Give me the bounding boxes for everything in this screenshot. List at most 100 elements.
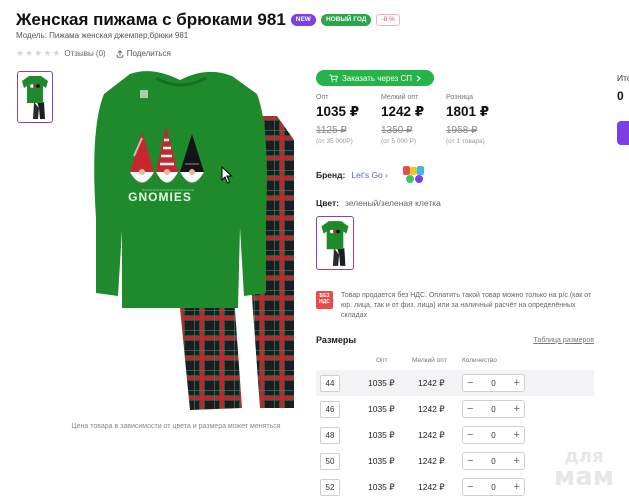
size-row: 46 1035 ₽ 1242 ₽ − 0 + [316,396,594,422]
sizes-title: Размеры [316,335,357,345]
column-opt: Опт [376,357,388,364]
price-small-wholesale: Мелкий опт 1242 ₽ 1350 ₽ (от 5 000 Р) [381,94,446,145]
size-price-opt: 1035 ₽ [368,377,395,388]
star-icon: ★ [34,48,43,58]
minus-button[interactable]: − [467,403,473,415]
column-small-opt: Мелкий опт [412,357,447,364]
quantity-value[interactable]: 0 [491,431,495,440]
title-row: Женская пижама с брюками 981 NEW НОВЫЙ Г… [16,10,400,30]
order-sp-button[interactable]: Заказать через СП [316,70,434,86]
price-label: Опт [316,94,329,101]
order-sp-label: Заказать через СП [341,73,413,83]
vat-notice: БЕЗ НДС Товар продается без НДС. Оплатит… [316,291,593,321]
price-label: Мелкий опт [381,94,419,101]
rating-row: ★ ★ ★ ★ ★ Отзывы (0) Поделиться [16,48,171,59]
star-icon: ★ [43,48,52,58]
quantity-stepper: − 0 + [462,452,525,470]
cart-icon [329,74,338,82]
price-current: 1035 ₽ [316,104,360,119]
price-note: (от 35 000Р) [316,138,353,145]
color-swatch[interactable] [316,216,354,270]
badge-discount: -8 % [376,13,400,27]
watermark-line2: мам [553,462,615,493]
plus-button[interactable]: + [514,455,520,467]
brand-row: Бренд: Let's Go › [316,165,428,185]
price-old: 1958 ₽ [446,125,478,136]
badge-new: NEW [290,13,316,27]
size-label: 48 [320,426,340,444]
cart-total-label: Ито [617,73,629,83]
price-retail: Розница 1801 ₽ 1958 ₽ (от 1 товара) [446,94,511,145]
chevron-right-icon: › [385,170,388,180]
vat-text: Товар продается без НДС. Оплатить такой … [341,292,592,320]
minus-button[interactable]: − [467,429,473,441]
plus-button[interactable]: + [514,481,520,493]
size-label: 52 [320,478,340,496]
color-label: Цвет: [316,198,339,208]
price-wholesale: Опт 1035 ₽ 1125 ₽ (от 35 000Р) [316,94,381,145]
price-current: 1242 ₽ [381,104,425,119]
price-old: 1125 ₽ [316,125,347,136]
share-label: Поделиться [126,49,171,58]
no-vat-icon: БЕЗ НДС [316,291,333,309]
quantity-value[interactable]: 0 [491,405,495,414]
minus-button[interactable]: − [467,455,473,467]
size-label: 46 [320,400,340,418]
brand-label: Бренд: [316,170,346,180]
size-label: 50 [320,452,340,470]
size-row: 48 1035 ₽ 1242 ₽ − 0 + [316,422,594,448]
size-price-small-opt: 1242 ₽ [418,429,445,440]
color-swatch-image [321,221,349,266]
chevron-right-icon [416,75,421,81]
brand-logo[interactable] [402,165,428,185]
quantity-stepper: − 0 + [462,400,525,418]
star-icon: ★ [52,48,61,58]
plus-button[interactable]: + [514,429,520,441]
size-price-small-opt: 1242 ₽ [418,377,445,388]
color-row: Цвет: зеленый/зеленая клетка [316,198,441,208]
product-model: Модель: Пижама женская джемпер,брюки 981 [16,31,189,40]
plus-button[interactable]: + [514,403,520,415]
quantity-value[interactable]: 0 [491,457,495,466]
price-old: 1350 ₽ [381,125,413,136]
thumbnail-image [22,76,48,119]
column-qty: Количество [462,357,497,364]
product-title: Женская пижама с брюками 981 [16,10,286,29]
image-caption: Цена товара в зависимости от цвета и раз… [71,423,281,430]
quantity-stepper: − 0 + [462,478,525,496]
plus-button[interactable]: + [514,377,520,389]
share-icon [116,49,123,58]
size-label: 44 [320,374,340,392]
reviews-link[interactable]: Отзывы (0) [64,49,105,58]
size-price-opt: 1035 ₽ [368,455,395,466]
size-chart-link[interactable]: Таблица размеров [533,337,594,344]
add-to-cart-button[interactable] [617,121,629,145]
rating-stars: ★ ★ ★ ★ ★ [16,48,60,59]
star-icon: ★ [25,48,34,58]
size-price-opt: 1035 ₽ [368,403,395,414]
brand-name: Let's Go [351,170,383,180]
print-text: GNOMIES [128,190,192,204]
quantity-stepper: − 0 + [462,426,525,444]
price-label: Розница [446,94,474,101]
color-value: зеленый/зеленая клетка [344,198,441,208]
minus-button[interactable]: − [467,481,473,493]
watermark-logo: для мам [542,447,626,493]
minus-button[interactable]: − [467,377,473,389]
sizes-header: Размеры Таблица размеров [316,335,594,345]
size-price-small-opt: 1242 ₽ [418,455,445,466]
quantity-stepper: − 0 + [462,374,525,392]
quantity-value[interactable]: 0 [491,379,495,388]
price-note: (от 5 000 Р) [381,138,416,145]
star-icon: ★ [16,48,25,58]
brand-link[interactable]: Let's Go › [351,170,388,180]
cart-total-value: 0 [617,89,624,103]
price-note: (от 1 товара) [446,138,485,145]
gallery-thumbnail[interactable] [17,71,53,123]
price-current: 1801 ₽ [446,104,490,119]
share-button[interactable]: Поделиться [116,49,171,58]
size-price-opt: 1035 ₽ [368,429,395,440]
product-main-image[interactable]: ~~~~~~~~~~~~~~~ GNOMIES [72,68,294,413]
quantity-value[interactable]: 0 [491,483,495,492]
size-price-small-opt: 1242 ₽ [418,481,445,492]
